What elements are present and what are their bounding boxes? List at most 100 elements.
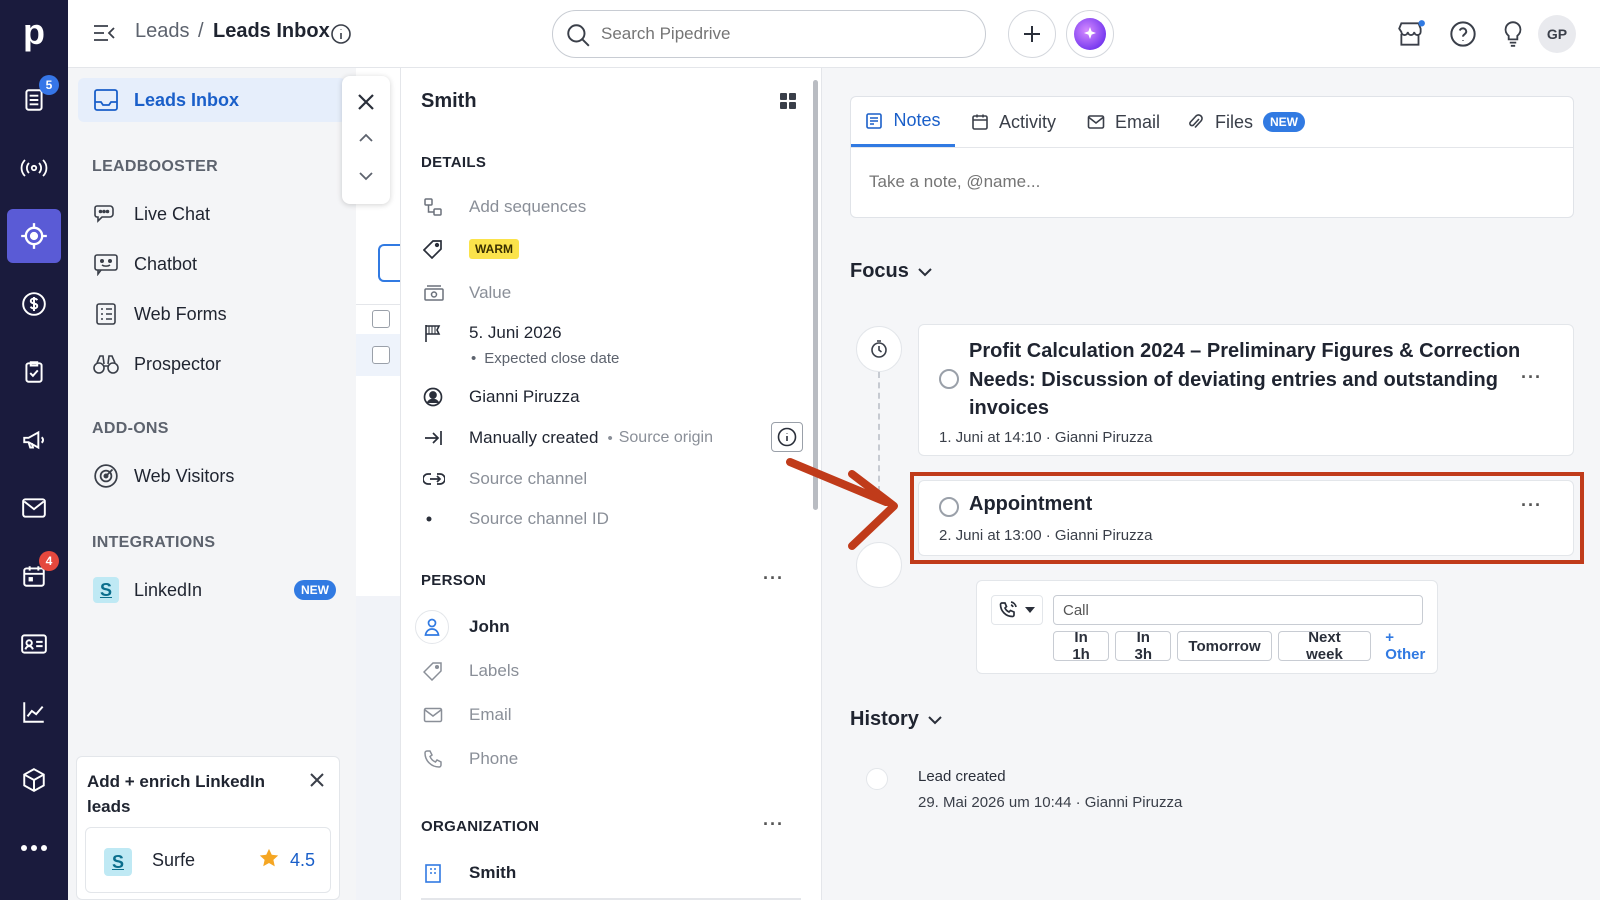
ai-assistant-button[interactable] [1066,10,1114,58]
person-email-row[interactable]: Email [421,700,801,730]
rail-chart-icon[interactable] [7,685,61,739]
person-labels: Labels [469,661,520,680]
detail-labels[interactable]: WARM [421,234,801,264]
search-input[interactable] [601,21,971,47]
activity-more-icon[interactable]: ··· [1521,495,1542,516]
activity-type-select[interactable] [991,595,1043,625]
chevron-down-icon[interactable] [358,170,374,182]
note-input[interactable] [869,167,1549,197]
focus-toggle[interactable]: Focus [850,260,933,283]
schedule-in-1h-button[interactable]: In 1h [1053,629,1110,663]
section-person: PERSON [421,572,487,589]
promo-app-row[interactable]: S Surfe 4.5 [85,827,331,893]
schedule-activity-card: In 1h In 3h Tomorrow Next week + Other [976,580,1438,674]
quick-add-button[interactable] [1008,10,1056,58]
tab-email[interactable]: Email [1087,97,1160,147]
schedule-in-3h-button[interactable]: In 3h [1115,629,1172,663]
activity-checkbox[interactable] [939,369,959,389]
tab-label: Email [1115,111,1161,132]
person-labels-row[interactable]: Labels [421,656,801,686]
organization-more-icon[interactable]: ··· [763,814,784,835]
menu-collapse-icon[interactable] [92,22,116,44]
activity-checkbox[interactable] [939,497,959,517]
divider [356,304,400,305]
table-row[interactable] [356,334,400,376]
sidebar-item-web-forms[interactable]: Web Forms [78,292,346,336]
sidebar-item-chatbot[interactable]: Chatbot [78,242,346,286]
help-icon[interactable] [1446,17,1480,51]
rail-calendar-icon[interactable]: 4 [7,549,61,603]
sidebar-item-leads-inbox[interactable]: Leads Inbox [78,78,346,122]
person-email: Email [469,705,512,724]
detail-source-channel-id[interactable]: Source channel ID [421,504,801,534]
organization-name-row[interactable]: Smith [421,858,801,888]
lightbulb-icon[interactable] [1496,17,1530,51]
sidebar-item-prospector[interactable]: Prospector [78,342,346,386]
composer-card: Notes Activity Email Files NEW [850,96,1574,218]
person-icon [415,610,469,644]
schedule-other-link[interactable]: + Other [1385,629,1437,663]
detail-value[interactable]: Value [421,278,801,308]
rail-target-icon[interactable] [7,209,61,263]
rail-box-icon[interactable] [7,753,61,807]
lead-title[interactable]: Smith [421,90,477,113]
lead-details-panel: Smith DETAILS Add sequences WARM Value 5… [400,68,822,900]
row-checkbox[interactable] [372,346,390,364]
breadcrumb-leads[interactable]: Leads [135,20,190,43]
close-panel-icon[interactable] [356,92,376,112]
rail-megaphone-icon[interactable] [7,413,61,467]
schedule-tomorrow-button[interactable]: Tomorrow [1177,631,1272,661]
sidebar-item-label: Web Visitors [134,465,235,486]
rail-more-icon[interactable] [7,821,61,875]
money-icon [421,283,469,303]
detail-close-date[interactable]: 5. Juni 2026 [421,318,801,348]
tab-files[interactable]: Files NEW [1187,97,1306,147]
panel-scrollbar[interactable] [813,80,818,510]
schedule-next-week-button[interactable]: Next week [1277,629,1372,663]
avatar[interactable]: GP [1538,15,1576,53]
person-name-row[interactable]: John [415,610,801,644]
clock-icon [871,340,887,358]
person-phone-row[interactable]: Phone [421,744,801,774]
rail-clipboard-check-icon[interactable] [7,345,61,399]
person-more-icon[interactable]: ··· [763,568,784,589]
detail-source-origin[interactable]: Manually created • Source origin [421,422,801,454]
chevron-up-icon[interactable] [358,132,374,144]
detail-sequences[interactable]: Add sequences [421,192,801,222]
tab-label: Activity [999,111,1057,132]
rail-mail-icon[interactable] [7,481,61,535]
detail-owner[interactable]: Gianni Piruzza [421,382,801,412]
tab-activity[interactable]: Activity [971,97,1056,147]
history-toggle[interactable]: History [850,708,943,731]
close-icon[interactable] [308,771,326,789]
row-checkbox[interactable] [372,310,390,328]
activity-card[interactable]: Appointment 2. Juni at 13:00 · Gianni Pi… [918,480,1574,556]
marketplace-icon[interactable] [1394,17,1428,51]
activity-subject-input[interactable] [1053,595,1423,625]
search-box[interactable] [552,10,986,58]
sidebar-item-label: Leads Inbox [134,89,240,110]
tab-notes[interactable]: Notes [851,97,955,147]
rail-leads-icon[interactable]: 5 [7,73,61,127]
rail-contact-card-icon[interactable] [7,617,61,671]
rail-broadcast-icon[interactable] [7,141,61,195]
activity-card[interactable]: Profit Calculation 2024 – Preliminary Fi… [918,324,1574,456]
info-icon[interactable] [330,23,352,45]
sidebar-item-web-visitors[interactable]: Web Visitors [78,454,346,498]
sidebar-item-linkedin[interactable]: S LinkedIn NEW [78,568,346,612]
customize-grid-icon[interactable] [779,92,797,110]
detail-source-channel[interactable]: Source channel [421,464,801,494]
activity-title[interactable]: Profit Calculation 2024 – Preliminary Fi… [969,337,1529,423]
source-channel-value: Source channel [469,469,588,488]
list-filter-button[interactable] [378,244,400,282]
label-badge-warm[interactable]: WARM [469,239,519,259]
activity-more-icon[interactable]: ··· [1521,367,1542,388]
focus-heading: Focus [850,260,909,282]
rail-dollar-icon[interactable] [7,277,61,331]
building-icon [421,863,469,883]
owner-name: Gianni Piruzza [469,387,580,406]
pipedrive-logo[interactable]: p [14,12,54,52]
activity-title[interactable]: Appointment [969,493,1092,516]
chat-bubble-icon [78,202,134,226]
sidebar-item-live-chat[interactable]: Live Chat [78,192,346,236]
